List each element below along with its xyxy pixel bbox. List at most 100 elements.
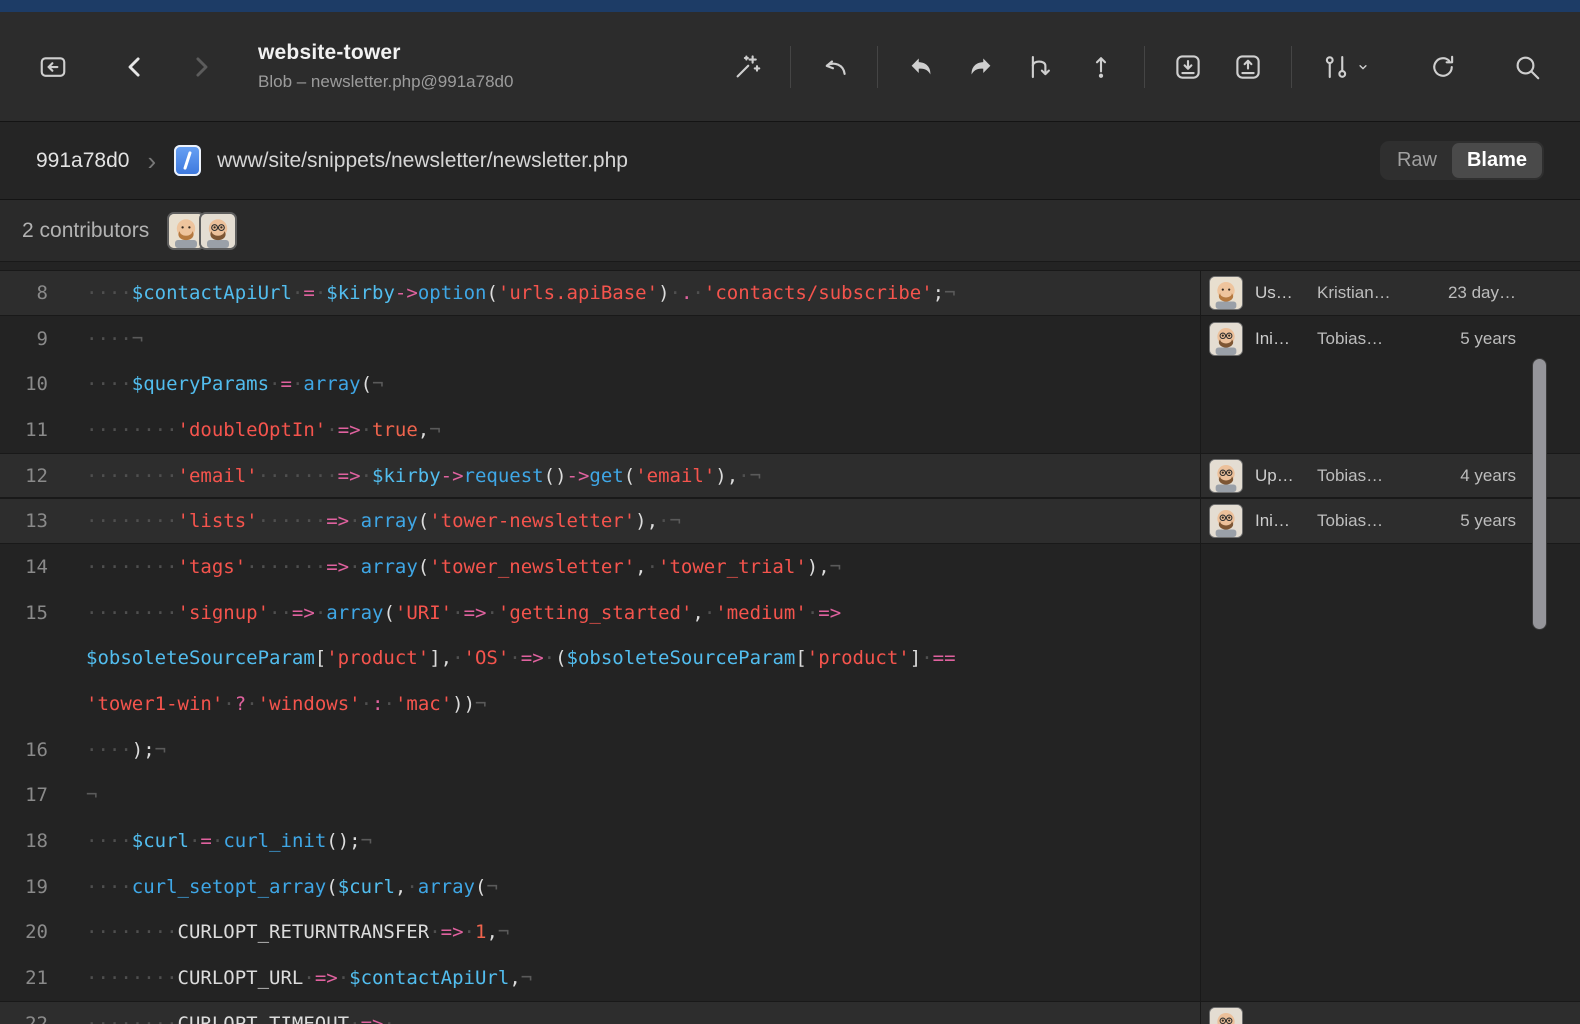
code-view: 8····$contactApiUrl·=·$kirby->option('ur… <box>0 262 1580 1024</box>
line-number: 22 <box>0 1013 62 1024</box>
code-line: ········'signup'··=>·array('URI'·=>·'get… <box>62 602 1200 624</box>
push-icon <box>966 52 996 82</box>
wand-button[interactable] <box>724 44 770 90</box>
chevron-down-small-icon <box>1353 57 1373 77</box>
flow-button[interactable] <box>1312 44 1382 90</box>
code-row: 12········'email'·······=>·$kirby->reque… <box>0 453 1580 499</box>
contributors-bar: 2 contributors <box>0 200 1580 262</box>
vertical-scrollbar[interactable] <box>1532 358 1547 630</box>
refresh-icon <box>1428 52 1458 82</box>
jump-left-icon <box>819 52 849 82</box>
blame-date: 4 years <box>1460 466 1516 486</box>
code-row: $obsoleteSourceParam['product'],·'OS'·=>… <box>0 636 1580 682</box>
pull-icon <box>906 52 936 82</box>
sidebar-return-button[interactable] <box>30 44 76 90</box>
blame-cell <box>1200 590 1580 636</box>
avatar-kristian[interactable] <box>1209 276 1243 310</box>
commit-up-button[interactable] <box>1078 44 1124 90</box>
php-file-icon <box>174 145 201 176</box>
tray-up-button[interactable] <box>1225 44 1271 90</box>
code-row: 18····$curl·=·curl_init();¬ <box>0 818 1580 864</box>
blame-cell <box>1200 864 1580 910</box>
blame-date: 23 day… <box>1448 283 1516 303</box>
blame-author: Tobias… <box>1317 329 1413 349</box>
blame-message: Ini… <box>1255 329 1307 349</box>
code-line: ········CURLOPT_TIMEOUT·=>· <box>62 1013 1200 1024</box>
avatar-tobias[interactable] <box>1209 459 1243 493</box>
code-row: 10····$queryParams·=·array(¬ <box>0 361 1580 407</box>
contributors-label: 2 contributors <box>22 219 149 243</box>
window-subtitle: Blob – newsletter.php@991a78d0 <box>258 72 513 92</box>
commit-hash[interactable]: 991a78d0 <box>36 149 129 173</box>
code-row: 13········'lists'······=>·array('tower-n… <box>0 498 1580 544</box>
blame-cell <box>1200 773 1580 819</box>
line-number: 8 <box>0 282 62 304</box>
refresh-button[interactable] <box>1420 44 1466 90</box>
toolbar-divider <box>1144 46 1145 88</box>
window-title-block: website-tower Blob – newsletter.php@991a… <box>258 41 513 92</box>
toolbar-divider <box>877 46 878 88</box>
blame-tab[interactable]: Blame <box>1452 143 1542 178</box>
code-row: 19····curl_setopt_array($curl,·array(¬ <box>0 864 1580 910</box>
avatar-tobias[interactable] <box>199 212 237 250</box>
blame-author: Tobias… <box>1317 511 1413 531</box>
breadcrumb-bar: 991a78d0 › www/site/snippets/newsletter/… <box>0 122 1580 200</box>
file-path: www/site/snippets/newsletter/newsletter.… <box>217 149 628 173</box>
toolbar: website-tower Blob – newsletter.php@991a… <box>0 12 1580 122</box>
back-icon <box>120 52 150 82</box>
branch-down-button[interactable] <box>1018 44 1064 90</box>
commit-up-icon <box>1086 52 1116 82</box>
push-button[interactable] <box>958 44 1004 90</box>
search-button[interactable] <box>1504 44 1550 90</box>
line-number: 11 <box>0 419 62 441</box>
line-number: 14 <box>0 556 62 578</box>
blame-cell <box>1200 681 1580 727</box>
contributor-avatars <box>167 212 237 250</box>
line-number: 9 <box>0 328 62 350</box>
forward-button[interactable] <box>178 44 224 90</box>
code-line: ········CURLOPT_RETURNTRANSFER·=>·1,¬ <box>62 921 1200 943</box>
toolbar-divider <box>790 46 791 88</box>
tray-down-icon <box>1173 52 1203 82</box>
avatar-tobias[interactable] <box>1209 504 1243 538</box>
line-number: 20 <box>0 921 62 943</box>
pull-button[interactable] <box>898 44 944 90</box>
code-line: ····curl_setopt_array($curl,·array(¬ <box>62 876 1200 898</box>
forward-icon <box>186 52 216 82</box>
view-mode-toggle: Raw Blame <box>1380 141 1544 180</box>
blame-cell[interactable]: Up… Tobias… 4 years <box>1200 454 1580 498</box>
window-accent-strip <box>0 0 1580 12</box>
code-line: ········'tags'·······=>·array('tower_new… <box>62 556 1200 578</box>
raw-tab[interactable]: Raw <box>1382 143 1452 178</box>
blame-cell[interactable]: Ini…Tobias…5 years <box>1200 499 1580 543</box>
code-line: $obsoleteSourceParam['product'],·'OS'·=>… <box>62 647 1200 669</box>
jump-left-button[interactable] <box>811 44 857 90</box>
code-line: ········'email'·······=>·$kirby->request… <box>62 465 1200 487</box>
line-number: 12 <box>0 465 62 487</box>
blame-message: Up… <box>1255 466 1307 486</box>
tray-down-button[interactable] <box>1165 44 1211 90</box>
blame-cell[interactable]: Us… Kristian… 23 day… <box>1200 271 1580 315</box>
avatar-tobias[interactable] <box>1209 1007 1243 1024</box>
code-line: ····$queryParams·=·array(¬ <box>62 373 1200 395</box>
blame-cell[interactable] <box>1200 1002 1580 1024</box>
avatar-tobias[interactable] <box>1209 322 1243 356</box>
blame-message: Ini… <box>1255 511 1307 531</box>
code-line: ········CURLOPT_URL·=>·$contactApiUrl,¬ <box>62 967 1200 989</box>
code-row: 11········'doubleOptIn'·=>·true,¬ <box>0 407 1580 453</box>
line-number: 17 <box>0 784 62 806</box>
search-icon <box>1512 52 1542 82</box>
code-row: 15········'signup'··=>·array('URI'·=>·'g… <box>0 590 1580 636</box>
blame-message: Us… <box>1255 283 1307 303</box>
chevron-right-icon: › <box>147 148 156 174</box>
back-button[interactable] <box>112 44 158 90</box>
blame-cell <box>1200 955 1580 1001</box>
code-row: 21········CURLOPT_URL·=>·$contactApiUrl,… <box>0 955 1580 1001</box>
blame-date: 5 years <box>1460 329 1516 349</box>
code-line: ····$contactApiUrl·=·$kirby->option('url… <box>62 282 1200 304</box>
flow-icon <box>1321 52 1351 82</box>
blame-cell[interactable]: Ini… Tobias… 5 years <box>1200 316 1580 362</box>
blame-author: Kristian… <box>1317 283 1413 303</box>
blame-cell <box>1200 407 1580 453</box>
blame-author: Tobias… <box>1317 466 1413 486</box>
